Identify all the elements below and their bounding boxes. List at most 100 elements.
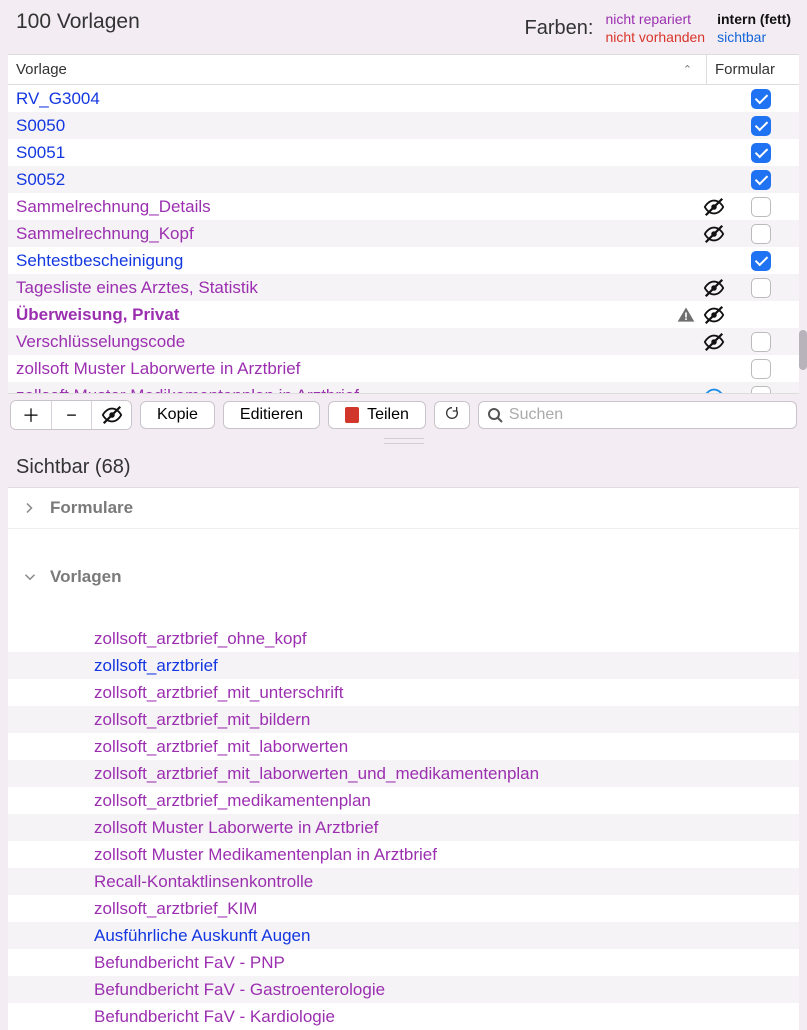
table-row[interactable]: Tagesliste eines Arztes, Statistik	[8, 274, 799, 301]
refresh-button[interactable]	[434, 401, 470, 429]
eye-off-icon	[703, 277, 725, 299]
templates-table: Vorlage ⌃ Formular RV_G3004 S0050 S0051 S00…	[8, 54, 799, 394]
table-row[interactable]: S0050	[8, 112, 799, 139]
row-name: Verschlüsselungscode	[16, 332, 671, 352]
list-item[interactable]: zollsoft_arztbrief_mit_bildern	[8, 706, 799, 733]
table-row[interactable]: Überweisung, Privat	[8, 301, 799, 328]
list-item[interactable]: Befundbericht FaV - Gastroenterologie	[8, 976, 799, 1003]
row-name: S0051	[16, 143, 671, 163]
legend-intern: intern (fett)	[717, 10, 791, 28]
row-name: Überweisung, Privat	[16, 305, 671, 325]
formular-checkbox[interactable]	[751, 116, 771, 136]
table-row[interactable]: RV_G3004	[8, 85, 799, 112]
search-field[interactable]	[478, 401, 797, 429]
table-row[interactable]: S0052	[8, 166, 799, 193]
list-item[interactable]: zollsoft Muster Laborwerte in Arztbrief	[8, 814, 799, 841]
row-icons	[671, 304, 731, 326]
splitter-handle[interactable]	[0, 436, 807, 446]
hide-button[interactable]	[91, 401, 131, 429]
table-row[interactable]: S0051	[8, 139, 799, 166]
edit-button[interactable]: Editieren	[223, 401, 320, 429]
legend-label: Farben:	[525, 17, 594, 40]
row-icons	[671, 331, 731, 353]
legend-nicht-vorhanden: nicht vorhanden	[605, 28, 705, 46]
warning-icon	[675, 304, 697, 326]
eye-off-icon	[101, 404, 123, 426]
row-checkbox-cell	[731, 116, 791, 136]
legend-nicht-repariert: nicht repariert	[605, 10, 705, 28]
list-item[interactable]: zollsoft_arztbrief_KIM	[8, 895, 799, 922]
row-icons	[671, 277, 731, 299]
formular-checkbox[interactable]	[751, 278, 771, 298]
row-checkbox-cell	[731, 197, 791, 217]
refresh-icon	[444, 405, 460, 426]
list-item[interactable]: zollsoft_arztbrief_ohne_kopf	[8, 625, 799, 652]
row-icons	[671, 223, 731, 245]
table-row[interactable]: Verschlüsselungscode	[8, 328, 799, 355]
search-input[interactable]	[509, 406, 788, 424]
formular-checkbox[interactable]	[751, 332, 771, 352]
list-item[interactable]: zollsoft_arztbrief_mit_unterschrift	[8, 679, 799, 706]
remove-button[interactable]: −	[51, 401, 91, 429]
column-header-vorlage-label: Vorlage	[16, 61, 67, 78]
list-item[interactable]: Recall-Kontaktlinsenkontrolle	[8, 868, 799, 895]
row-name: S0052	[16, 170, 671, 190]
tree-group-formulare[interactable]: Formulare	[8, 488, 799, 529]
formular-checkbox[interactable]	[751, 224, 771, 244]
list-item[interactable]: zollsoft_arztbrief_medikamentenplan	[8, 787, 799, 814]
page-title: 100 Vorlagen	[16, 10, 140, 34]
row-icons	[671, 196, 731, 218]
add-button[interactable]: ＋	[11, 401, 51, 429]
column-header-formular[interactable]: Formular	[707, 55, 799, 84]
copy-button-label: Kopie	[157, 406, 198, 424]
search-icon	[487, 407, 503, 423]
row-checkbox-cell	[731, 332, 791, 352]
row-name: zollsoft Muster Laborwerte in Arztbrief	[16, 359, 671, 379]
list-item[interactable]: Befundbericht FaV - Kardiologie	[8, 1003, 799, 1030]
row-checkbox-cell	[731, 170, 791, 190]
list-item[interactable]: zollsoft_arztbrief	[8, 652, 799, 679]
eye-off-icon	[703, 331, 725, 353]
table-row[interactable]: Sammelrechnung_Details	[8, 193, 799, 220]
plus-icon: ＋	[22, 402, 40, 428]
toolbar-segment: ＋ −	[10, 400, 132, 430]
formular-checkbox[interactable]	[751, 359, 771, 379]
formular-checkbox[interactable]	[751, 89, 771, 109]
table-row[interactable]: Sehtestbescheinigung	[8, 247, 799, 274]
row-checkbox-cell	[731, 143, 791, 163]
list-item[interactable]: zollsoft_arztbrief_mit_laborwerten	[8, 733, 799, 760]
formular-checkbox[interactable]	[751, 170, 771, 190]
table-row[interactable]: zollsoft Muster Medikamentenplan in Arzt…	[8, 382, 799, 393]
minus-icon: −	[66, 405, 77, 426]
formular-checkbox[interactable]	[751, 251, 771, 271]
copy-button[interactable]: Kopie	[140, 401, 215, 429]
formular-checkbox[interactable]	[751, 197, 771, 217]
share-button[interactable]: Teilen	[328, 401, 426, 429]
table-row[interactable]: Sammelrechnung_Kopf	[8, 220, 799, 247]
eye-off-icon	[703, 223, 725, 245]
formular-checkbox[interactable]	[751, 386, 771, 394]
tree-spacer	[8, 597, 799, 625]
column-header-vorlage[interactable]: Vorlage ⌃	[8, 55, 707, 84]
row-name: Sehtestbescheinigung	[16, 251, 671, 271]
color-legend: Farben: nicht repariert nicht vorhanden …	[525, 10, 791, 46]
visible-section-title: Sichtbar (68)	[0, 446, 807, 487]
eye-off-icon	[703, 304, 725, 326]
tree-items: zollsoft_arztbrief_ohne_kopfzollsoft_arz…	[8, 625, 799, 1030]
row-name: RV_G3004	[16, 89, 671, 109]
row-name: S0050	[16, 116, 671, 136]
table-row[interactable]: zollsoft Muster Laborwerte in Arztbrief	[8, 355, 799, 382]
chevron-down-icon	[24, 571, 36, 583]
list-item[interactable]: Befundbericht FaV - PNP	[8, 949, 799, 976]
row-name: Sammelrechnung_Details	[16, 197, 671, 217]
table-body: RV_G3004 S0050 S0051 S0052 Sammelrechnung_De…	[8, 85, 799, 393]
tree-group-vorlagen[interactable]: Vorlagen	[8, 557, 799, 597]
tree-group-formulare-label: Formulare	[50, 498, 133, 518]
scrollbar-thumb[interactable]	[799, 330, 807, 370]
list-item[interactable]: zollsoft Muster Medikamentenplan in Arzt…	[8, 841, 799, 868]
eye-icon	[703, 385, 725, 394]
edit-button-label: Editieren	[240, 406, 303, 424]
list-item[interactable]: zollsoft_arztbrief_mit_laborwerten_und_m…	[8, 760, 799, 787]
list-item[interactable]: Ausführliche Auskunft Augen	[8, 922, 799, 949]
formular-checkbox[interactable]	[751, 143, 771, 163]
